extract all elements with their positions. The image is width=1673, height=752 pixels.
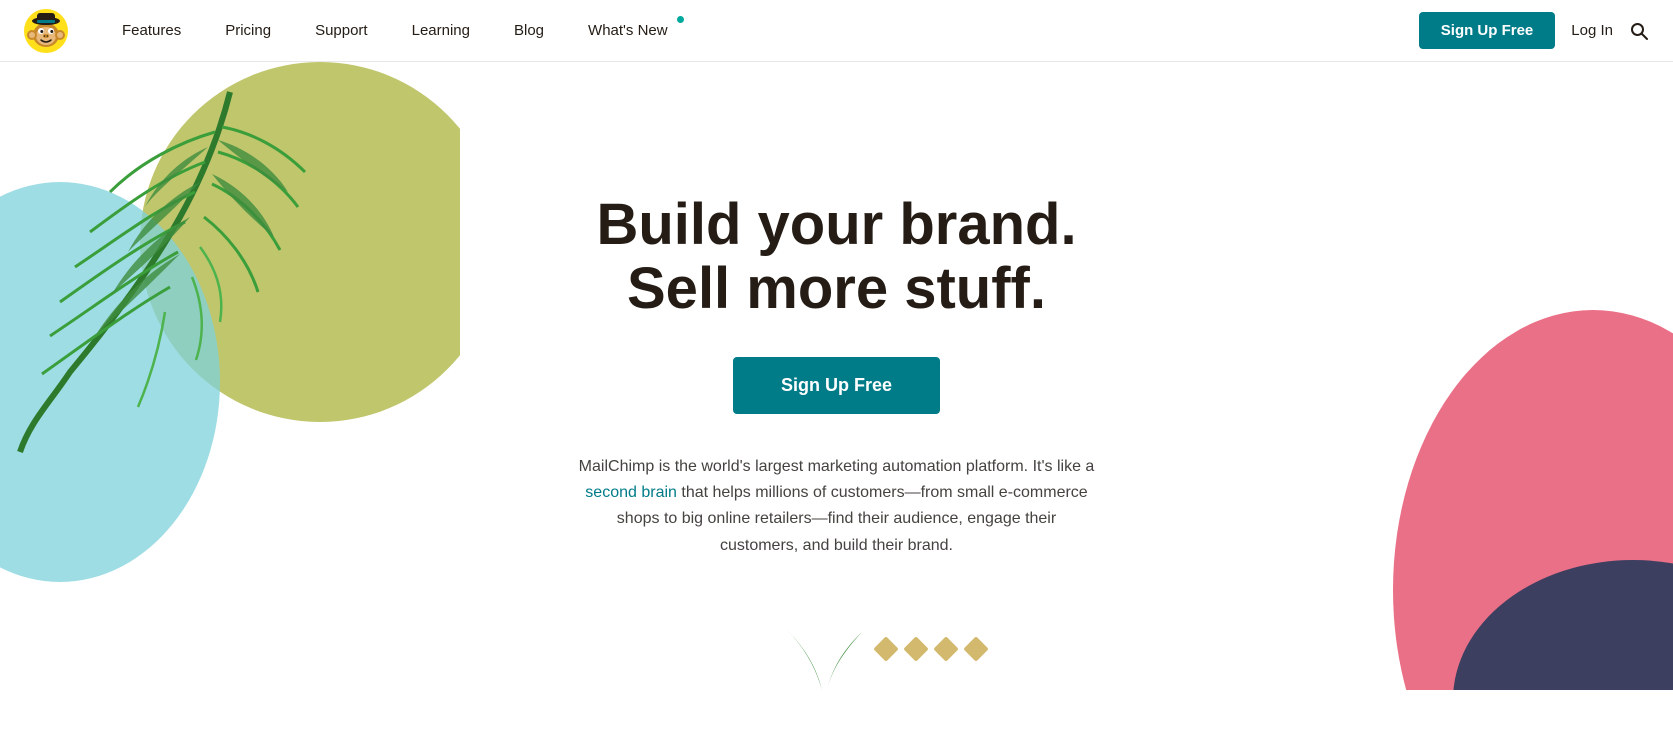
deco-bottom bbox=[537, 570, 1137, 690]
main-nav: Features Pricing Support Learning Blog W… bbox=[100, 0, 1419, 62]
second-brain-link[interactable]: second brain bbox=[585, 484, 677, 501]
deco-left bbox=[0, 62, 460, 690]
nav-support[interactable]: Support bbox=[293, 0, 390, 62]
nav-blog[interactable]: Blog bbox=[492, 0, 566, 62]
nav-learning[interactable]: Learning bbox=[390, 0, 492, 62]
navbar-right: Sign Up Free Log In bbox=[1419, 12, 1649, 49]
deco-right bbox=[1273, 290, 1673, 690]
hero-desc-after: that helps millions of customers—from sm… bbox=[617, 484, 1088, 554]
nav-signup-button[interactable]: Sign Up Free bbox=[1419, 12, 1556, 49]
logo[interactable] bbox=[24, 9, 68, 53]
search-icon bbox=[1629, 21, 1649, 41]
hero-headline-line1: Build your brand. bbox=[596, 192, 1076, 257]
hero-headline: Build your brand. Sell more stuff. bbox=[577, 193, 1097, 321]
hero-description: MailChimp is the world's largest marketi… bbox=[577, 454, 1097, 560]
nav-pricing[interactable]: Pricing bbox=[203, 0, 293, 62]
nav-whats-new[interactable]: What's New bbox=[566, 0, 690, 62]
nav-features[interactable]: Features bbox=[100, 0, 203, 62]
search-button[interactable] bbox=[1629, 21, 1649, 41]
navbar: Features Pricing Support Learning Blog W… bbox=[0, 0, 1673, 62]
hero-desc-before: MailChimp is the world's largest marketi… bbox=[579, 458, 1095, 475]
hero-headline-line2: Sell more stuff. bbox=[627, 256, 1046, 321]
hero-signup-button[interactable]: Sign Up Free bbox=[733, 357, 940, 414]
hero-content: Build your brand. Sell more stuff. Sign … bbox=[577, 193, 1097, 559]
hero-section: Build your brand. Sell more stuff. Sign … bbox=[0, 62, 1673, 690]
nav-login-link[interactable]: Log In bbox=[1571, 22, 1613, 39]
